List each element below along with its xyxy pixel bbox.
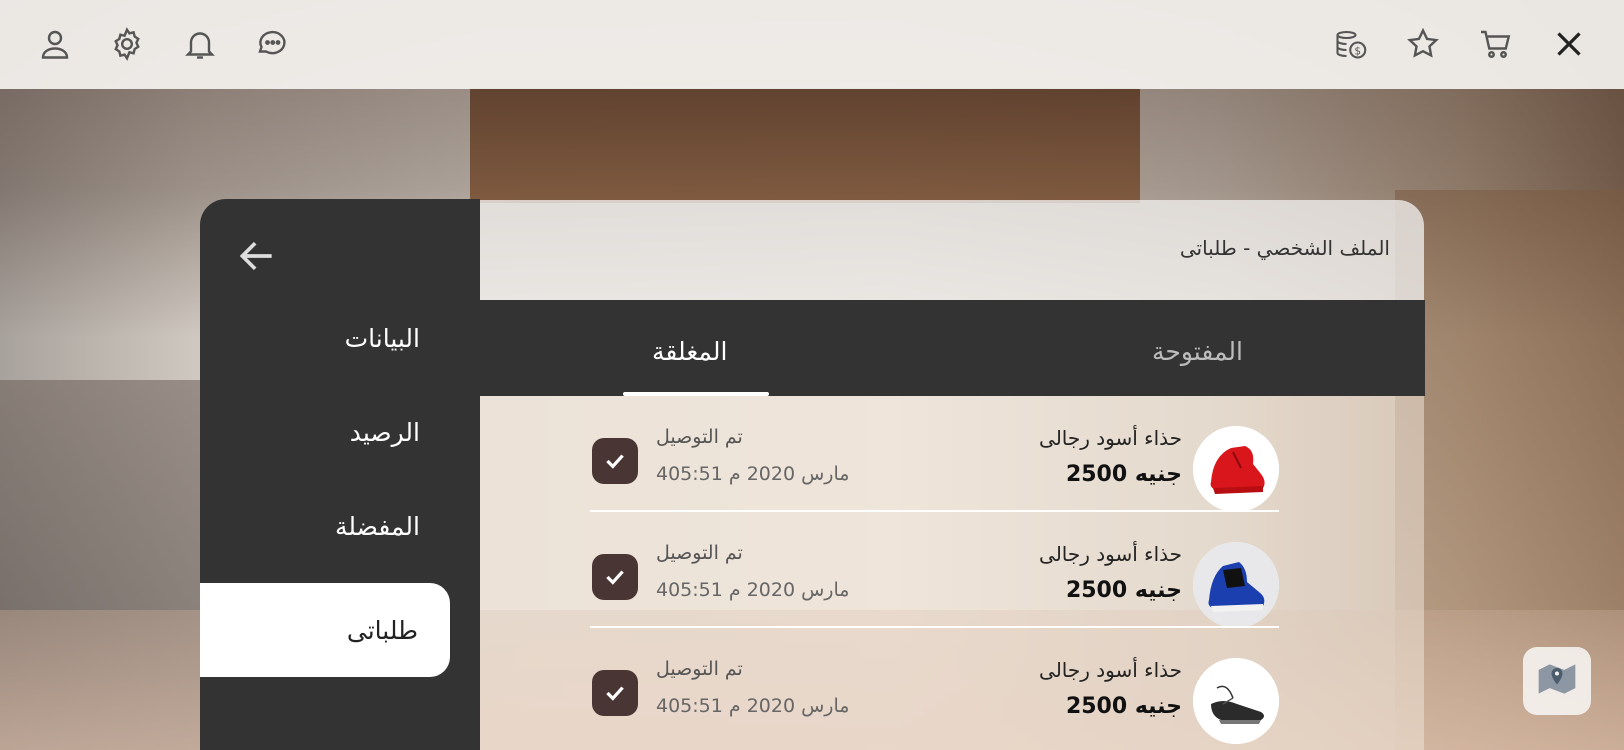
page-header: الملف الشخصي - طلباتى [480, 200, 1424, 300]
product-price: 2500 جنيه [1065, 578, 1182, 603]
product-image [1193, 426, 1279, 512]
product-price: 2500 جنيه [1065, 694, 1182, 719]
list-item[interactable]: حذاء أسود رجالى 2500 جنيه تم التوصيل 4ما… [590, 512, 1284, 628]
order-date: 4مارس 2020 م 05:51 [656, 463, 850, 485]
sidebar-item-balance[interactable]: الرصيد [350, 418, 420, 447]
product-name: حذاء أسود رجالى [1039, 426, 1182, 450]
check-icon [592, 438, 638, 484]
order-date: 4مارس 2020 م 05:51 [656, 695, 850, 717]
check-icon [592, 554, 638, 600]
star-icon[interactable] [1401, 22, 1445, 66]
page-title: الملف الشخصي - طلباتى [1179, 236, 1390, 260]
check-icon [592, 670, 638, 716]
list-item[interactable]: حذاء أسود رجالى 2500 جنيه تم التوصيل 4ما… [590, 396, 1284, 512]
close-icon[interactable] [1547, 22, 1591, 66]
chat-icon[interactable] [250, 22, 294, 66]
order-status: تم التوصيل [656, 658, 743, 680]
profile-sidebar: البيانات الرصيد المفضلة طلباتى [200, 199, 480, 750]
coins-icon[interactable]: $ [1329, 22, 1373, 66]
tab-open[interactable]: المفتوحة [1152, 337, 1243, 366]
product-image [1193, 658, 1279, 744]
orders-tabs: المفتوحة المغلقة [480, 300, 1425, 396]
bell-icon[interactable] [178, 22, 222, 66]
order-date: 4مارس 2020 م 05:51 [656, 579, 850, 601]
product-name: حذاء أسود رجالى [1039, 658, 1182, 682]
map-button[interactable] [1523, 647, 1591, 715]
sidebar-item-label: طلباتى [346, 615, 418, 645]
orders-list: حذاء أسود رجالى 2500 جنيه تم التوصيل 4ما… [480, 396, 1424, 750]
background-ceiling [470, 88, 1140, 203]
sidebar-item-data[interactable]: البيانات [345, 324, 420, 353]
sidebar-item-orders[interactable]: طلباتى [200, 583, 450, 677]
product-image [1193, 542, 1279, 628]
order-status: تم التوصيل [656, 542, 743, 564]
svg-text:$: $ [1354, 46, 1361, 58]
user-icon[interactable] [33, 22, 77, 66]
gear-icon[interactable] [105, 22, 149, 66]
order-status: تم التوصيل [656, 426, 743, 448]
cart-icon[interactable] [1474, 22, 1518, 66]
list-item[interactable]: حذاء أسود رجالى 2500 جنيه تم التوصيل 4ما… [590, 628, 1284, 744]
back-arrow-icon[interactable] [235, 234, 279, 278]
product-price: 2500 جنيه [1065, 462, 1182, 487]
top-bar: $ [0, 0, 1624, 89]
sidebar-item-favorites[interactable]: المفضلة [335, 512, 420, 541]
tab-closed[interactable]: المغلقة [652, 337, 727, 366]
map-icon [1535, 657, 1579, 705]
product-name: حذاء أسود رجالى [1039, 542, 1182, 566]
